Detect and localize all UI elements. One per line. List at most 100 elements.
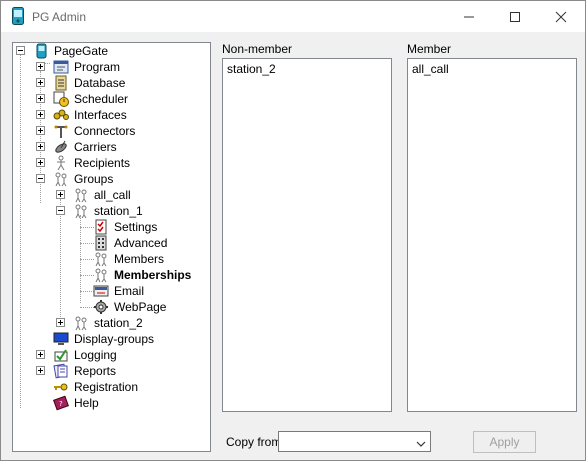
recipients-icon	[53, 155, 69, 171]
expand-toggle[interactable]	[36, 142, 45, 151]
tree-node-label: Registration	[74, 380, 139, 394]
expand-toggle[interactable]	[36, 158, 45, 167]
group-icon	[73, 187, 89, 203]
tree-node-logging[interactable]: Logging	[13, 347, 203, 363]
tree-node-label: Groups	[74, 172, 114, 186]
program-icon	[53, 59, 69, 75]
tree-node-label: station_2	[94, 316, 143, 330]
tree-node-label: Connectors	[74, 124, 136, 138]
tree-node-label: Settings	[114, 220, 158, 234]
tree-node-label: Program	[74, 60, 121, 74]
display-groups-icon	[53, 331, 69, 347]
tree-node-pagegate[interactable]: PageGate	[13, 43, 203, 59]
tree-node-members[interactable]: Members	[13, 251, 203, 267]
group-icon	[73, 315, 89, 331]
tree-node-label: Advanced	[114, 236, 168, 250]
pagegate-app-icon	[12, 7, 24, 28]
expand-toggle[interactable]	[56, 190, 65, 199]
expand-toggle[interactable]	[36, 62, 45, 71]
help-book-icon: ?	[53, 395, 69, 411]
collapse-toggle[interactable]	[56, 206, 65, 215]
tree-node-label: Memberships	[114, 268, 192, 282]
settings-icon	[93, 219, 109, 235]
tree-node-groups[interactable]: Groups	[13, 171, 203, 187]
tree-node-label: WebPage	[114, 300, 167, 314]
scheduler-icon	[53, 91, 69, 107]
list-item[interactable]: all_call	[412, 62, 449, 76]
group-icon	[73, 203, 89, 219]
tree-node-webpage[interactable]: WebPage	[13, 299, 203, 315]
copy-from-select[interactable]	[278, 431, 431, 452]
tree-node-label: Members	[114, 252, 165, 266]
memberships-icon	[93, 267, 109, 283]
member-label: Member	[407, 42, 452, 56]
tree-node-label: Email	[114, 284, 145, 298]
tree-node-label: Interfaces	[74, 108, 127, 122]
tree-node-connectors[interactable]: Connectors	[13, 123, 203, 139]
tree-node-interfaces[interactable]: Interfaces	[13, 107, 203, 123]
tree-node-all-call[interactable]: all_call	[13, 187, 203, 203]
reports-icon	[53, 363, 69, 379]
expand-toggle[interactable]	[36, 126, 45, 135]
expand-toggle[interactable]	[36, 78, 45, 87]
member-listbox[interactable]: all_call	[407, 58, 577, 412]
expand-toggle[interactable]	[36, 94, 45, 103]
tree-node-label: PageGate	[54, 44, 109, 58]
tree-node-help[interactable]: ? Help	[13, 395, 203, 411]
maximize-button[interactable]	[492, 1, 538, 32]
tree-node-station-1[interactable]: station_1	[13, 203, 203, 219]
tree-node-label: Logging	[74, 348, 117, 362]
interfaces-icon	[53, 107, 69, 123]
tree-node-scheduler[interactable]: Scheduler	[13, 91, 203, 107]
nonmember-label: Non-member	[222, 42, 293, 56]
groups-icon	[53, 171, 69, 187]
tree-node-label: all_call	[94, 188, 131, 202]
expand-toggle[interactable]	[56, 318, 65, 327]
database-icon	[53, 75, 69, 91]
expand-toggle[interactable]	[36, 350, 45, 359]
logging-icon	[53, 347, 69, 363]
navigation-tree[interactable]: PageGate Program Database Scheduler Inte…	[12, 42, 211, 452]
tree-node-reports[interactable]: Reports	[13, 363, 203, 379]
tree-node-carriers[interactable]: Carriers	[13, 139, 203, 155]
tree-node-email[interactable]: Email	[13, 283, 203, 299]
list-item[interactable]: station_2	[227, 62, 276, 76]
key-icon	[53, 379, 69, 395]
collapse-toggle[interactable]	[16, 46, 25, 55]
title-bar: PG Admin	[1, 1, 585, 32]
apply-button[interactable]: Apply	[473, 431, 536, 453]
expand-toggle[interactable]	[36, 110, 45, 119]
pagegate-icon	[33, 43, 49, 59]
collapse-toggle[interactable]	[36, 174, 45, 183]
tree-node-station-2[interactable]: station_2	[13, 315, 203, 331]
tree-node-recipients[interactable]: Recipients	[13, 155, 203, 171]
carriers-icon	[53, 139, 69, 155]
tree-node-label: Database	[74, 76, 126, 90]
webpage-icon	[93, 299, 109, 315]
chevron-down-icon[interactable]	[416, 437, 426, 451]
window-title: PG Admin	[32, 10, 87, 24]
tree-node-settings[interactable]: Settings	[13, 219, 203, 235]
copy-from-label: Copy from	[226, 435, 282, 449]
tree-node-label: station_1	[94, 204, 143, 218]
connectors-icon	[53, 123, 69, 139]
nonmember-listbox[interactable]: station_2	[222, 58, 392, 412]
advanced-icon	[93, 235, 109, 251]
minimize-button[interactable]	[446, 1, 492, 32]
tree-node-advanced[interactable]: Advanced	[13, 235, 203, 251]
tree-node-database[interactable]: Database	[13, 75, 203, 91]
tree-node-label: Carriers	[74, 140, 117, 154]
tree-node-program[interactable]: Program	[13, 59, 203, 75]
expand-toggle[interactable]	[36, 366, 45, 375]
tree-node-display-groups[interactable]: Display-groups	[13, 331, 203, 347]
tree-node-registration[interactable]: Registration	[13, 379, 203, 395]
close-button[interactable]	[538, 1, 584, 32]
members-icon	[93, 251, 109, 267]
tree-node-label: Recipients	[74, 156, 131, 170]
tree-node-label: Scheduler	[74, 92, 129, 106]
email-icon	[93, 283, 109, 299]
tree-node-label: Display-groups	[74, 332, 155, 346]
svg-text:?: ?	[59, 400, 63, 408]
tree-node-memberships[interactable]: Memberships	[13, 267, 203, 283]
tree-node-label: Help	[74, 396, 99, 410]
